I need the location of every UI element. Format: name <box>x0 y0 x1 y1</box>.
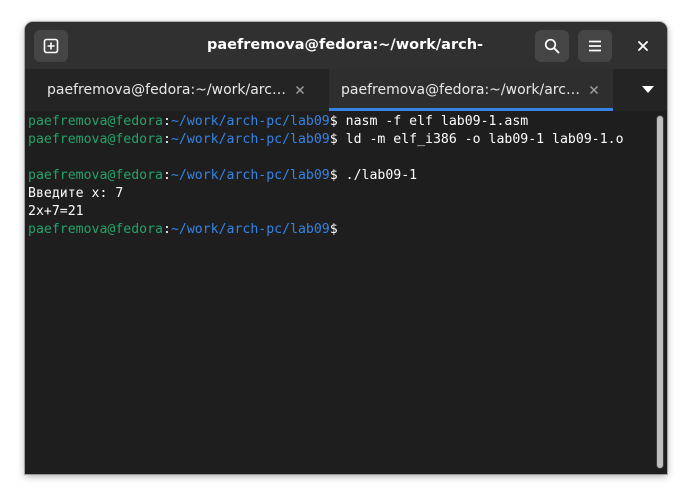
scrollbar-thumb[interactable] <box>657 116 663 468</box>
new-tab-button[interactable] <box>34 30 68 62</box>
tab-1-close-button[interactable] <box>290 80 310 100</box>
search-button[interactable] <box>535 30 569 62</box>
tab-bar: paefremova@fedora:~/work/arc… paefremova… <box>25 69 667 111</box>
scrollbar[interactable] <box>656 115 664 469</box>
terminal-line: paefremova@fedora:~/work/arch-pc/lab09$ … <box>28 167 624 185</box>
terminal-window: paefremova@fedora:~/work/arch-pc/lab09 p… <box>25 22 667 474</box>
chevron-down-icon <box>642 86 654 93</box>
terminal-lines: paefremova@fedora:~/work/arch-pc/lab09$ … <box>28 113 624 239</box>
command-text: nasm -f elf lab09-1.asm <box>337 114 529 129</box>
prompt-user-host: paefremova@fedora <box>28 132 163 147</box>
terminal-line: paefremova@fedora:~/work/arch-pc/lab09$ … <box>28 131 624 149</box>
terminal-line: 2x+7=21 <box>28 203 624 221</box>
output-text: 2x+7=21 <box>28 204 84 219</box>
title-bar: paefremova@fedora:~/work/arch-pc/lab09 <box>25 22 667 100</box>
tab-list-button[interactable] <box>629 69 667 111</box>
new-tab-icon <box>43 38 59 54</box>
prompt-user-host: paefremova@fedora <box>28 222 163 237</box>
close-icon <box>638 41 648 51</box>
main-menu-button[interactable] <box>578 30 612 62</box>
window-close-button[interactable] <box>626 30 660 62</box>
window-title: paefremova@fedora:~/work/arch-pc/lab09 <box>206 37 484 100</box>
terminal-line: Введите x: 7 <box>28 185 624 203</box>
prompt-separator: : <box>162 114 171 129</box>
tab-2[interactable]: paefremova@fedora:~/work/arc… <box>329 69 613 111</box>
tab-2-label: paefremova@fedora:~/work/arc… <box>341 82 580 98</box>
prompt-user-host: paefremova@fedora <box>28 168 163 183</box>
command-text: ./lab09-1 <box>337 168 418 183</box>
prompt-path: ~/work/arch-pc/lab09 <box>170 132 330 147</box>
prompt-user-host: paefremova@fedora <box>28 114 163 129</box>
prompt-separator: : <box>162 132 171 147</box>
terminal-output[interactable]: paefremova@fedora:~/work/arch-pc/lab09$ … <box>25 111 667 474</box>
tab-1[interactable]: paefremova@fedora:~/work/arc… <box>29 69 327 111</box>
prompt-path: ~/work/arch-pc/lab09 <box>170 168 330 183</box>
hamburger-menu-icon <box>589 40 601 52</box>
prompt-dollar: $ <box>329 114 338 129</box>
prompt-path: ~/work/arch-pc/lab09 <box>170 114 330 129</box>
prompt-dollar: $ <box>329 222 338 237</box>
output-text: Введите x: 7 <box>28 186 124 201</box>
prompt-separator: : <box>162 222 171 237</box>
terminal-line: paefremova@fedora:~/work/arch-pc/lab09$ <box>28 221 624 239</box>
prompt-dollar: $ <box>329 168 338 183</box>
prompt-separator: : <box>162 168 171 183</box>
prompt-path: ~/work/arch-pc/lab09 <box>170 222 330 237</box>
close-icon <box>589 85 599 95</box>
close-icon <box>295 85 305 95</box>
terminal-line: paefremova@fedora:~/work/arch-pc/lab09$ … <box>28 113 624 131</box>
search-icon <box>544 38 560 54</box>
command-text: ld -m elf_i386 -o lab09-1 lab09-1.o <box>337 132 624 147</box>
tab-2-close-button[interactable] <box>584 80 604 100</box>
tab-1-label: paefremova@fedora:~/work/arc… <box>47 82 286 98</box>
prompt-dollar: $ <box>329 132 338 147</box>
